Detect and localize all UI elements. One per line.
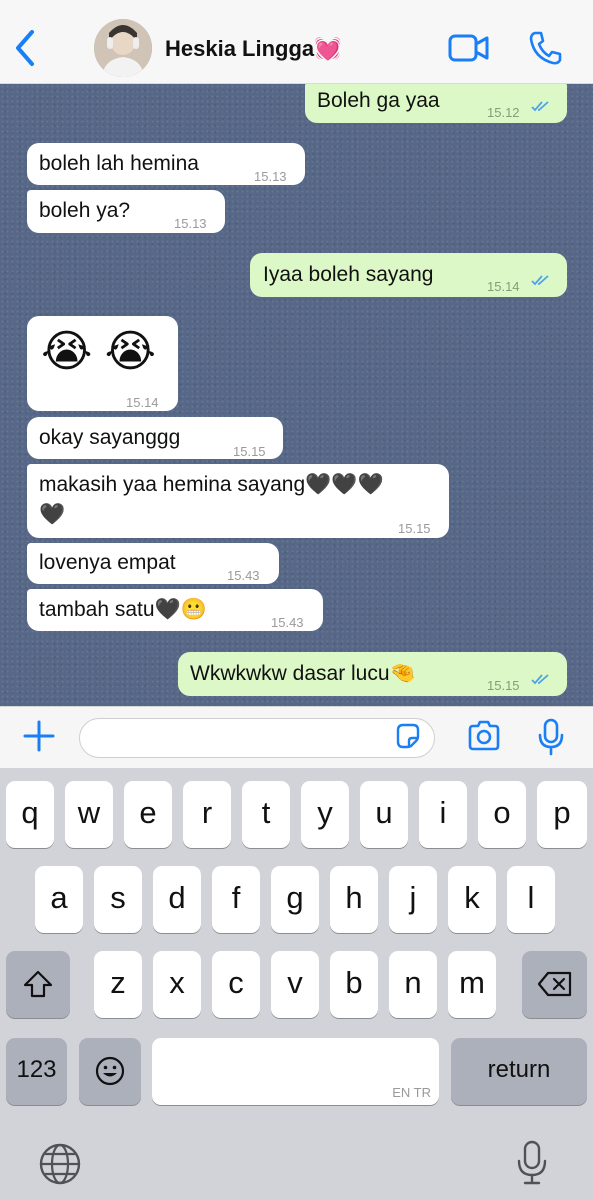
- message-bubble-outgoing[interactable]: Iyaa boleh sayang 15.14: [250, 253, 567, 297]
- shift-key[interactable]: [6, 951, 70, 1018]
- message-time: 15.15: [233, 444, 266, 459]
- message-bubble-incoming[interactable]: okay sayanggg 15.15: [27, 417, 283, 459]
- key-w[interactable]: w: [65, 781, 113, 848]
- emoji-icon: [95, 1056, 125, 1086]
- key-e[interactable]: e: [124, 781, 172, 848]
- message-bubble-incoming[interactable]: lovenya empat 15.43: [27, 543, 279, 584]
- message-text: tambah satu🖤😬: [39, 598, 207, 621]
- key-r[interactable]: r: [183, 781, 231, 848]
- message-text-line2: 🖤: [39, 503, 66, 526]
- key-x[interactable]: x: [153, 951, 201, 1018]
- read-receipt-icon: [531, 275, 549, 286]
- message-bubble-incoming[interactable]: boleh ya? 15.13: [27, 190, 225, 233]
- key-t[interactable]: t: [242, 781, 290, 848]
- message-text-line1: makasih yaa hemina sayang🖤🖤🖤: [39, 473, 384, 496]
- message-time: 15.43: [271, 615, 304, 630]
- message-bubble-incoming[interactable]: 😭 😭 15.14: [27, 316, 178, 411]
- video-camera-icon[interactable]: [448, 30, 490, 66]
- key-o[interactable]: o: [478, 781, 526, 848]
- contact-name[interactable]: Heskia Lingga💓: [165, 36, 342, 62]
- key-p[interactable]: p: [537, 781, 587, 848]
- message-text: Iyaa boleh sayang: [263, 263, 434, 286]
- phone-icon[interactable]: [528, 30, 562, 66]
- key-a[interactable]: a: [35, 866, 83, 933]
- numbers-key[interactable]: 123: [6, 1038, 67, 1105]
- chat-header: Heskia Lingga💓: [0, 0, 593, 84]
- message-text: okay sayanggg: [39, 426, 181, 449]
- key-s[interactable]: s: [94, 866, 142, 933]
- chat-area[interactable]: Boleh ga yaa 15.12 boleh lah hemina 15.1…: [0, 84, 593, 706]
- message-text: boleh ya?: [39, 199, 131, 222]
- message-time: 15.12: [487, 105, 520, 120]
- message-text: boleh lah hemina: [39, 152, 199, 175]
- message-text: Wkwkwkw dasar lucu🤏: [190, 662, 416, 685]
- message-time: 15.13: [254, 169, 287, 184]
- key-m[interactable]: m: [448, 951, 496, 1018]
- key-y[interactable]: y: [301, 781, 349, 848]
- read-receipt-icon: [531, 674, 549, 685]
- back-chevron-icon[interactable]: [12, 28, 38, 68]
- key-h[interactable]: h: [330, 866, 378, 933]
- dictation-microphone-icon[interactable]: [516, 1140, 548, 1186]
- key-g[interactable]: g: [271, 866, 319, 933]
- backspace-icon: [537, 971, 571, 997]
- message-text: lovenya empat: [39, 551, 176, 574]
- key-n[interactable]: n: [389, 951, 437, 1018]
- message-bubble-incoming[interactable]: makasih yaa hemina sayang🖤🖤🖤 🖤 15.15: [27, 464, 449, 538]
- message-time: 15.43: [227, 568, 260, 583]
- key-z[interactable]: z: [94, 951, 142, 1018]
- plus-icon[interactable]: [22, 719, 56, 753]
- globe-icon[interactable]: [38, 1142, 82, 1186]
- message-text: Boleh ga yaa: [317, 89, 440, 112]
- message-time: 15.14: [126, 395, 159, 410]
- read-receipt-icon: [531, 101, 549, 112]
- message-bubble-outgoing[interactable]: Boleh ga yaa 15.12: [305, 84, 567, 123]
- shift-icon: [23, 970, 53, 998]
- microphone-icon[interactable]: [537, 718, 565, 756]
- message-bubble-incoming[interactable]: tambah satu🖤😬 15.43: [27, 589, 323, 631]
- contact-avatar[interactable]: [94, 19, 152, 77]
- message-input[interactable]: [79, 718, 435, 758]
- key-l[interactable]: l: [507, 866, 555, 933]
- key-f[interactable]: f: [212, 866, 260, 933]
- key-u[interactable]: u: [360, 781, 408, 848]
- key-c[interactable]: c: [212, 951, 260, 1018]
- sticker-icon[interactable]: [394, 722, 422, 750]
- key-i[interactable]: i: [419, 781, 467, 848]
- emoji-key[interactable]: [79, 1038, 141, 1105]
- return-key[interactable]: return: [451, 1038, 587, 1105]
- message-time: 15.13: [174, 216, 207, 231]
- keyboard-language-label: EN TR: [392, 1085, 431, 1100]
- key-b[interactable]: b: [330, 951, 378, 1018]
- camera-icon[interactable]: [466, 720, 502, 752]
- key-j[interactable]: j: [389, 866, 437, 933]
- key-k[interactable]: k: [448, 866, 496, 933]
- message-composer: [0, 706, 593, 768]
- message-bubble-outgoing[interactable]: Wkwkwkw dasar lucu🤏 15.15: [178, 652, 567, 696]
- message-bubble-incoming[interactable]: boleh lah hemina 15.13: [27, 143, 305, 185]
- key-v[interactable]: v: [271, 951, 319, 1018]
- message-time: 15.15: [398, 521, 431, 536]
- message-time: 15.15: [487, 678, 520, 693]
- keyboard: q w e r t y u i o p a s d f g h j k l z …: [0, 768, 593, 1200]
- key-d[interactable]: d: [153, 866, 201, 933]
- key-q[interactable]: q: [6, 781, 54, 848]
- message-time: 15.14: [487, 279, 520, 294]
- delete-key[interactable]: [522, 951, 587, 1018]
- message-text: 😭 😭: [41, 327, 157, 376]
- space-key[interactable]: EN TR: [152, 1038, 439, 1105]
